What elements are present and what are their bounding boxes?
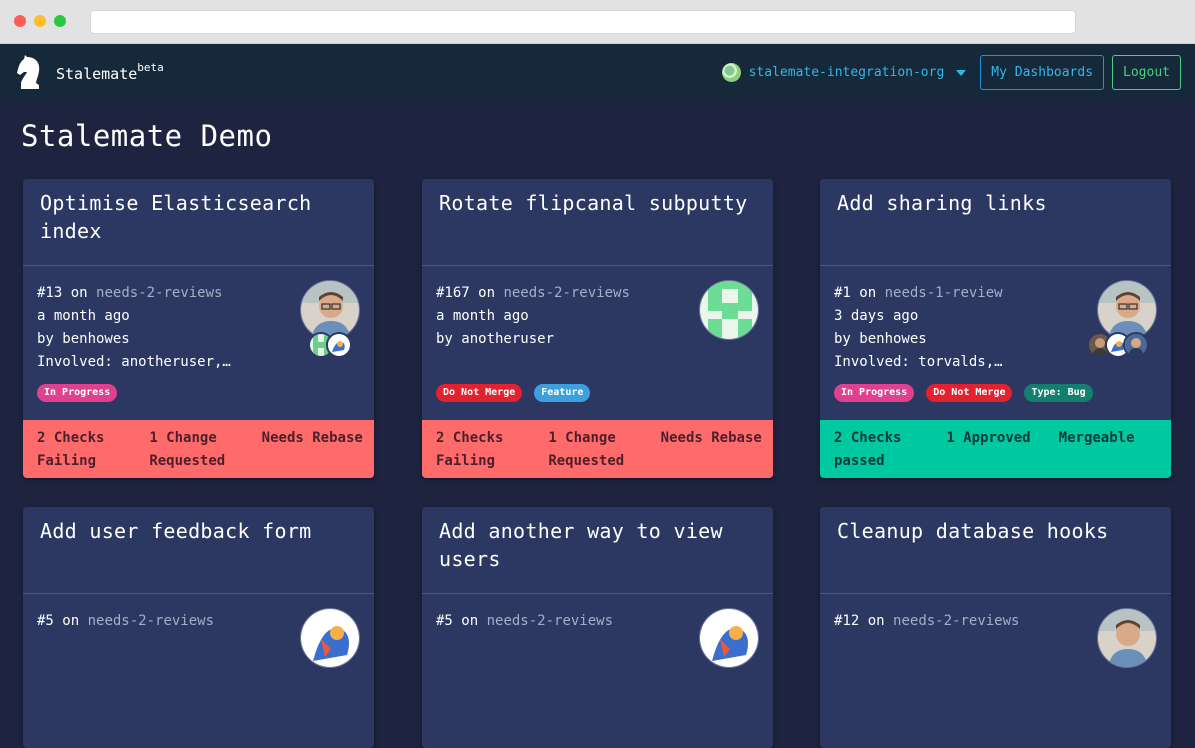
pr-on-word: on bbox=[859, 285, 877, 301]
review-status: 1 Approved bbox=[946, 430, 1031, 446]
pr-details: #1 on needs-1-review 3 days ago by benho… bbox=[820, 266, 1171, 420]
checks-status: 2 Checks Failing bbox=[436, 430, 504, 469]
pr-number[interactable]: #5 bbox=[37, 613, 54, 629]
label-in-progress[interactable]: In Progress bbox=[834, 384, 915, 402]
pr-card[interactable]: Add sharing links #1 on needs-1-review 3… bbox=[820, 179, 1171, 478]
review-status: 1 Change Requested bbox=[149, 430, 226, 469]
pr-number[interactable]: #1 bbox=[834, 285, 851, 301]
pr-number[interactable]: #13 bbox=[37, 285, 62, 301]
pr-title[interactable]: Optimise Elasticsearch index bbox=[23, 179, 374, 266]
pr-details: #167 on needs-2-reviews a month ago by a… bbox=[422, 266, 773, 420]
pr-details: #5 on needs-2-reviews bbox=[422, 594, 773, 748]
merge-status: Needs Rebase bbox=[660, 430, 762, 446]
org-switcher[interactable]: stalemate-integration-org bbox=[721, 63, 967, 82]
pr-labels: In Progress bbox=[37, 384, 118, 402]
org-avatar bbox=[721, 63, 741, 82]
involved-avatar[interactable] bbox=[1123, 332, 1149, 358]
pr-title[interactable]: Add sharing links bbox=[820, 179, 1171, 266]
pr-card[interactable]: Add user feedback form #5 on needs-2-rev… bbox=[23, 507, 374, 748]
pr-title[interactable]: Add user feedback form bbox=[23, 507, 374, 594]
label-feature[interactable]: Feature bbox=[534, 384, 591, 402]
pr-card[interactable]: Optimise Elasticsearch index #13 on need… bbox=[23, 179, 374, 478]
author-avatar[interactable] bbox=[300, 280, 360, 340]
brand-label: Stalemate bbox=[56, 64, 138, 83]
pr-on-word: on bbox=[461, 613, 479, 629]
pr-labels: In Progress Do Not Merge Type: Bug bbox=[834, 384, 1093, 402]
label-do-not-merge[interactable]: Do Not Merge bbox=[926, 384, 1013, 402]
pr-card[interactable]: Cleanup database hooks #12 on needs-2-re… bbox=[820, 507, 1171, 748]
pr-branch: needs-2-reviews bbox=[893, 613, 1020, 629]
checks-status: 2 Checks passed bbox=[834, 430, 902, 469]
pr-on-word: on bbox=[70, 285, 88, 301]
pr-on-word: on bbox=[62, 613, 80, 629]
pr-on-word: on bbox=[478, 285, 496, 301]
involved-avatar[interactable] bbox=[326, 332, 352, 358]
merge-status: Mergeable bbox=[1058, 430, 1135, 446]
pr-card[interactable]: Rotate flipcanal subputty #167 on needs-… bbox=[422, 179, 773, 478]
label-type-bug[interactable]: Type: Bug bbox=[1024, 384, 1093, 402]
logout-button[interactable]: Logout bbox=[1112, 55, 1181, 90]
review-status: 1 Change Requested bbox=[548, 430, 625, 469]
label-in-progress[interactable]: In Progress bbox=[37, 384, 118, 402]
author-avatar[interactable] bbox=[699, 608, 759, 668]
maximize-window-button[interactable] bbox=[54, 15, 66, 27]
pr-branch: needs-2-reviews bbox=[503, 285, 630, 301]
brand-name[interactable]: Stalematebeta bbox=[56, 60, 164, 83]
author-avatar[interactable] bbox=[1097, 280, 1157, 340]
pr-branch: needs-2-reviews bbox=[96, 285, 223, 301]
browser-chrome bbox=[0, 0, 1195, 44]
org-name: stalemate-integration-org bbox=[748, 65, 945, 80]
author-avatar[interactable] bbox=[1097, 608, 1157, 668]
pr-number[interactable]: #12 bbox=[834, 613, 859, 629]
knight-logo-icon[interactable] bbox=[16, 54, 44, 91]
pr-branch: needs-1-review bbox=[884, 285, 1003, 301]
pr-title[interactable]: Add another way to view users bbox=[422, 507, 773, 594]
pr-status-bar: 2 Checks Failing 1 Change Requested Need… bbox=[422, 420, 773, 478]
involved-avatars bbox=[1087, 332, 1149, 358]
author-avatar[interactable] bbox=[699, 280, 759, 340]
address-bar[interactable] bbox=[90, 10, 1076, 34]
chevron-down-icon bbox=[956, 69, 967, 76]
label-do-not-merge[interactable]: Do Not Merge bbox=[436, 384, 523, 402]
close-window-button[interactable] bbox=[14, 15, 26, 27]
top-navbar: Stalematebeta stalemate-integration-org … bbox=[0, 44, 1195, 101]
pr-details: #5 on needs-2-reviews bbox=[23, 594, 374, 748]
my-dashboards-button[interactable]: My Dashboards bbox=[980, 55, 1105, 90]
pr-branch: needs-2-reviews bbox=[486, 613, 614, 629]
author-avatar[interactable] bbox=[300, 608, 360, 668]
involved-avatars bbox=[308, 332, 352, 358]
pr-labels: Do Not Merge Feature bbox=[436, 384, 591, 402]
pr-title[interactable]: Rotate flipcanal subputty bbox=[422, 179, 773, 266]
minimize-window-button[interactable] bbox=[34, 15, 46, 27]
pr-details: #12 on needs-2-reviews bbox=[820, 594, 1171, 748]
pr-card[interactable]: Add another way to view users #5 on need… bbox=[422, 507, 773, 748]
merge-status: Needs Rebase bbox=[261, 430, 363, 446]
pr-number[interactable]: #167 bbox=[436, 285, 470, 301]
pr-status-bar: 2 Checks passed 1 Approved Mergeable bbox=[820, 420, 1171, 478]
pr-title[interactable]: Cleanup database hooks bbox=[820, 507, 1171, 594]
pr-details: #13 on needs-2-reviews a month ago by be… bbox=[23, 266, 374, 420]
brand-beta-tag: beta bbox=[137, 60, 164, 74]
pr-on-word: on bbox=[867, 613, 885, 629]
pr-branch: needs-2-reviews bbox=[87, 613, 215, 629]
pr-number[interactable]: #5 bbox=[436, 613, 453, 629]
pr-status-bar: 2 Checks Failing 1 Change Requested Need… bbox=[23, 420, 374, 478]
page-title: Stalemate Demo bbox=[21, 119, 273, 153]
checks-status: 2 Checks Failing bbox=[37, 430, 105, 469]
